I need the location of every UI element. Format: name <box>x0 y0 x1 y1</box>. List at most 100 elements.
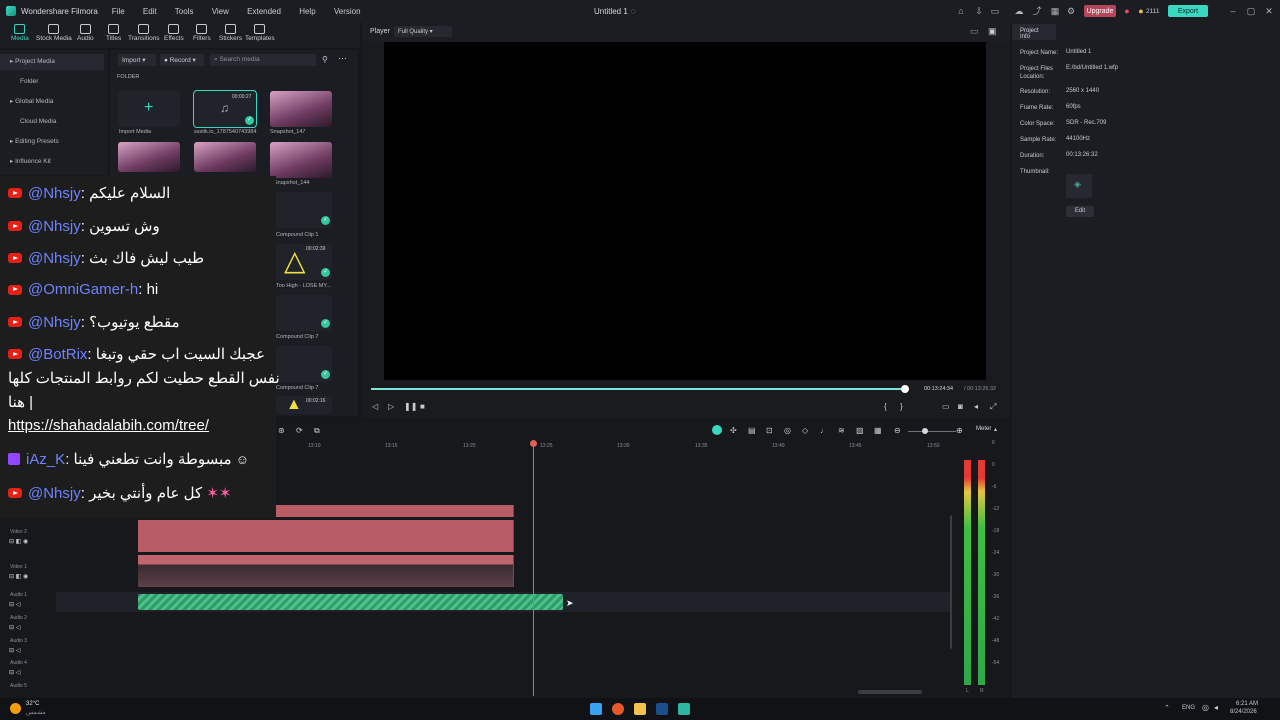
record-dropdown[interactable]: ● Record ▾ <box>160 54 204 66</box>
track-controls-icon[interactable]: ⊟ ◁ <box>9 669 20 676</box>
tray-chevron-icon[interactable]: ⌃ <box>1164 704 1170 712</box>
microphone-icon[interactable]: ♩ <box>820 426 828 435</box>
maximize-icon[interactable]: ▢ <box>1246 6 1256 16</box>
nav-editing-presets[interactable]: ▸ Editing Presets <box>0 134 104 150</box>
tool-effects[interactable]: Effects <box>164 24 184 42</box>
tool-filters[interactable]: Filters <box>193 24 211 42</box>
share-icon[interactable]: ⤴ <box>1032 6 1042 16</box>
video-1-clips[interactable] <box>138 555 514 587</box>
tool-audio[interactable]: Audio <box>77 24 94 42</box>
tool-titles[interactable]: Titles <box>106 24 121 42</box>
tab-project-info[interactable]: Project Info <box>1012 24 1056 40</box>
ripple-icon[interactable]: ⟳ <box>296 426 303 435</box>
play-icon[interactable]: ▷ <box>388 402 394 411</box>
horizontal-scrollbar[interactable] <box>858 690 922 694</box>
home-icon[interactable]: ⌂ <box>956 6 966 16</box>
tool-transitions[interactable]: Transitions <box>128 24 160 42</box>
network-icon[interactable]: ◎ <box>1202 703 1209 712</box>
edit-thumbnail-button[interactable]: Edit <box>1066 206 1094 217</box>
track-controls-icon[interactable]: ⊟ ◁ <box>9 647 20 654</box>
browser-icon[interactable] <box>612 703 624 715</box>
zoom-out-icon[interactable]: ⊖ <box>894 426 901 435</box>
mark-in-icon[interactable]: { <box>884 402 887 411</box>
menu-view[interactable]: View <box>212 7 229 16</box>
select-tool-icon[interactable]: ⊛ <box>278 426 285 435</box>
effect-clip-strip[interactable] <box>272 505 514 517</box>
layout-icon[interactable]: ▦ <box>1050 6 1060 16</box>
media-item-audio-track[interactable]: △ 00:02:39 ✓ <box>276 244 332 280</box>
ai-toggle-icon[interactable] <box>712 425 722 435</box>
record-icon[interactable]: ● <box>1122 6 1132 16</box>
cloud-icon[interactable]: ☁ <box>1014 6 1024 16</box>
weather-sun-icon[interactable] <box>10 703 21 714</box>
snap-icon[interactable]: ✣ <box>730 426 737 435</box>
image-tool-icon[interactable]: ▨ <box>856 426 864 435</box>
close-icon[interactable]: ✕ <box>1264 6 1274 16</box>
tool-stock-media[interactable]: Stock Media <box>36 24 72 42</box>
preview-screen[interactable] <box>384 42 986 380</box>
zoom-in-icon[interactable]: ⊕ <box>956 426 963 435</box>
tool-media[interactable]: Media <box>11 24 29 42</box>
nav-influence-kit[interactable]: ▸ Influence Kit <box>0 154 104 170</box>
menu-file[interactable]: File <box>112 7 125 16</box>
chevron-up-icon[interactable]: ▴ <box>994 426 997 433</box>
video-2-clips[interactable] <box>138 520 514 552</box>
playback-progress-bar[interactable] <box>371 388 905 390</box>
media-item-snapshot[interactable] <box>270 91 332 127</box>
progress-handle[interactable] <box>901 385 909 393</box>
marker-icon[interactable]: ▤ <box>748 426 756 435</box>
group-icon[interactable]: ⧉ <box>314 426 320 436</box>
speed-icon[interactable]: ◎ <box>784 426 791 435</box>
nav-global-media[interactable]: ▸ Global Media <box>0 94 104 110</box>
layout-toggle-icon[interactable]: ▭ <box>970 26 979 37</box>
media-item-compound[interactable]: ✓ <box>276 346 332 382</box>
playhead[interactable] <box>533 441 534 696</box>
track-controls-icon[interactable]: ⊟ ◁ <box>9 624 20 631</box>
prev-frame-icon[interactable]: ◁ <box>372 402 378 411</box>
filmora-taskbar-icon[interactable] <box>678 703 690 715</box>
speaker-icon[interactable]: ◂ <box>1214 703 1218 712</box>
snapshot-view-icon[interactable]: ▣ <box>988 26 997 37</box>
layout-grid-icon[interactable]: ▦ <box>874 426 882 435</box>
menu-help[interactable]: Help <box>299 7 315 16</box>
import-media-tile[interactable]: + <box>118 91 180 127</box>
menu-version[interactable]: Version <box>334 7 361 16</box>
zoom-slider-handle[interactable] <box>922 428 928 434</box>
file-explorer-icon[interactable] <box>634 703 646 715</box>
audio-clip[interactable] <box>138 594 563 610</box>
media-item-compound[interactable]: ✓ <box>276 295 332 331</box>
media-item-snapshot[interactable] <box>270 142 332 178</box>
menu-extended[interactable]: Extended <box>247 7 281 16</box>
camera-icon[interactable]: ◙ <box>958 402 963 411</box>
filter-icon[interactable]: ⚲ <box>322 55 328 64</box>
search-input[interactable]: ⌕ Search media <box>210 54 316 66</box>
feedback-icon[interactable]: ▭ <box>990 6 1000 16</box>
media-item-video[interactable] <box>194 142 256 172</box>
minimize-icon[interactable]: – <box>1228 6 1238 16</box>
steam-icon[interactable] <box>656 703 668 715</box>
media-item-video[interactable] <box>118 142 180 172</box>
track-controls-icon[interactable]: ⊟ ◧ ◉ <box>9 538 28 545</box>
audio-mix-icon[interactable]: ≋ <box>838 426 845 435</box>
display-icon[interactable]: ▭ <box>942 402 950 411</box>
stop-icon[interactable]: ■ <box>420 402 425 411</box>
export-button[interactable]: Export <box>1168 5 1208 17</box>
start-icon[interactable] <box>590 703 602 715</box>
nav-project-media[interactable]: ▸ Project Media <box>0 54 104 70</box>
track-controls-icon[interactable]: ⊟ ◁ <box>9 601 20 608</box>
pause-icon[interactable]: ❚❚ <box>404 402 417 411</box>
volume-icon[interactable]: ◂ <box>974 402 978 411</box>
menu-edit[interactable]: Edit <box>143 7 157 16</box>
input-language[interactable]: ENG <box>1182 705 1195 711</box>
nav-folder[interactable]: Folder <box>0 74 104 90</box>
shield-icon[interactable]: ◇ <box>802 426 808 435</box>
chat-link[interactable]: https://shahadalabih.com/tree/ <box>8 417 209 434</box>
settings-icon[interactable]: ⚙ <box>1066 6 1076 16</box>
more-icon[interactable]: ⋯ <box>338 53 347 64</box>
tool-templates[interactable]: Templates <box>245 24 275 42</box>
import-dropdown[interactable]: Import ▾ <box>118 54 156 66</box>
quality-dropdown[interactable]: Full Quality ▾ <box>394 26 452 37</box>
track-controls-icon[interactable]: ⊟ ◧ ◉ <box>9 573 28 580</box>
playhead-handle[interactable] <box>530 440 537 447</box>
media-item-audio[interactable]: ♫ 00:00:27 ✓ <box>193 90 257 128</box>
